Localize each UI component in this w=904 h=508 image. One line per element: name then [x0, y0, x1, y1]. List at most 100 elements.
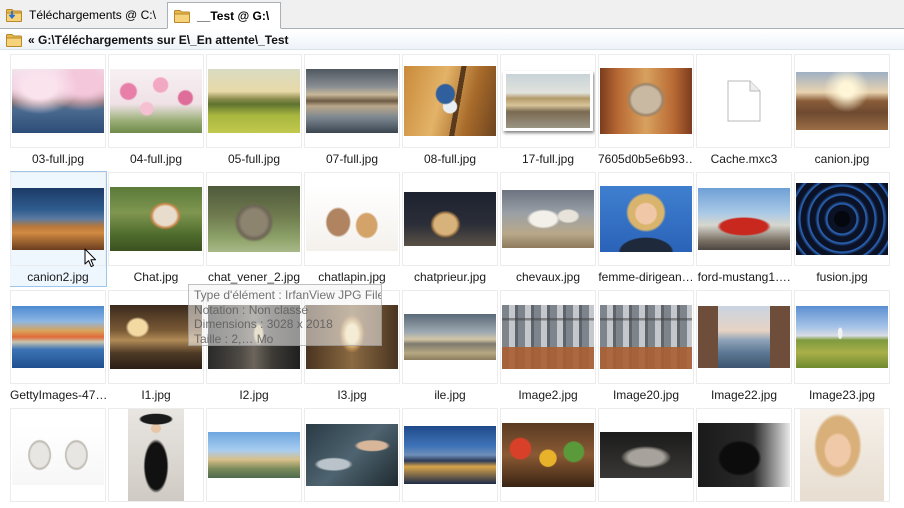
- tab-telechargements[interactable]: Téléchargements @ C:\: [0, 2, 167, 28]
- file-item[interactable]: 17-full.jpg: [500, 54, 596, 168]
- file-item[interactable]: Image20.jpg: [598, 290, 694, 404]
- thumbnail-woman-black-hat: [128, 409, 184, 501]
- thumbnail-frame: [598, 290, 694, 384]
- file-name-label: chatprieur.jpg: [413, 270, 487, 284]
- file-item[interactable]: Cache.mxc3: [696, 54, 792, 168]
- file-item[interactable]: [598, 408, 694, 508]
- thumbnail-frame: [794, 172, 890, 266]
- tab-strip: Téléchargements @ C:\ __Test @ G:\: [0, 0, 904, 29]
- thumbnail-mountain-peak: [208, 432, 300, 478]
- file-item[interactable]: ford-mustang1….: [696, 172, 792, 286]
- file-item[interactable]: 07-full.jpg: [304, 54, 400, 168]
- thumbnail-frame: [10, 54, 106, 148]
- address-bar[interactable]: « G:\Téléchargements sur E\_En attente\_…: [0, 30, 904, 50]
- file-item[interactable]: 08-full.jpg: [402, 54, 498, 168]
- file-name-label: chevaux.jpg: [515, 270, 581, 284]
- tab-label: Téléchargements @ C:\: [29, 8, 156, 22]
- file-item[interactable]: [402, 408, 498, 508]
- file-item[interactable]: [206, 408, 302, 508]
- file-item[interactable]: [794, 408, 890, 508]
- tooltip-line: Type d'élément : IrfanView JPG File: [194, 288, 382, 302]
- file-item[interactable]: [108, 408, 204, 508]
- thumbnail-frame: [10, 290, 106, 384]
- thumbnail-framed-train: [503, 71, 593, 131]
- tab-test[interactable]: __Test @ G:\: [167, 2, 281, 29]
- thumbnail-smiling-woman: [800, 409, 884, 501]
- thumbnail-frame: [402, 290, 498, 384]
- file-name-label: femme-dirigean…: [598, 270, 694, 284]
- thumbnail-blue-tunnel: [796, 183, 888, 255]
- thumbnail-frame: [206, 54, 302, 148]
- file-item[interactable]: [696, 408, 792, 508]
- thumbnail-frame: [794, 408, 890, 502]
- thumbnail-rabbit-kitten: [306, 187, 398, 251]
- file-item[interactable]: chevaux.jpg: [500, 172, 596, 286]
- file-name-label: canion.jpg: [814, 152, 870, 166]
- file-name-label: 04-full.jpg: [129, 152, 183, 166]
- file-item[interactable]: GettyImages-47…: [10, 290, 106, 404]
- generic-file-icon: [727, 80, 761, 122]
- thumbnail-market-stall: [502, 423, 594, 487]
- thumbnail-frame: [108, 54, 204, 148]
- thumbnail-frame: [500, 290, 596, 384]
- file-name-label: Image20.jpg: [612, 388, 680, 402]
- thumbnail-field-lighthouse: [796, 306, 888, 368]
- thumbnail-mountain-lake-reflection: [306, 69, 398, 133]
- file-name-label: I3.jpg: [337, 388, 367, 402]
- thumbnail-frame: [696, 172, 792, 266]
- thumbnail-woman-portrait-blue: [600, 186, 692, 252]
- thumbnail-frame: [794, 290, 890, 384]
- thumbnail-frame: [500, 54, 596, 148]
- folder-download-icon: [6, 9, 22, 22]
- thumbnail-frame: [598, 172, 694, 266]
- file-name-label: ford-mustang1….: [697, 270, 791, 284]
- thumbnail-frame: [598, 54, 694, 148]
- folder-icon: [174, 9, 190, 23]
- file-item[interactable]: chatlapin.jpg: [304, 172, 400, 286]
- thumbnail-green-field-sunset: [208, 69, 300, 133]
- file-item[interactable]: [10, 408, 106, 508]
- file-item[interactable]: 03-full.jpg: [10, 54, 106, 168]
- file-item[interactable]: Image2.jpg: [500, 290, 596, 404]
- file-item[interactable]: Image22.jpg: [696, 290, 792, 404]
- thumbnail-frame: [598, 408, 694, 502]
- thumbnail-robot-hand: [306, 424, 398, 486]
- mouse-pointer-icon: [84, 248, 97, 268]
- thumbnail-white-horses: [502, 190, 594, 248]
- thumbnail-frame: [402, 54, 498, 148]
- file-item[interactable]: Image23.jpg: [794, 290, 890, 404]
- file-name-label: 17-full.jpg: [521, 152, 575, 166]
- file-item[interactable]: Chat.jpg: [108, 172, 204, 286]
- file-item[interactable]: chatprieur.jpg: [402, 172, 498, 286]
- thumbnail-frame: [696, 290, 792, 384]
- file-item[interactable]: chat_vener_2.jpg: [206, 172, 302, 286]
- thumbnail-canyon-sunset: [796, 72, 888, 130]
- thumbnail-frame: [304, 172, 400, 266]
- thumbnail-frame: [304, 408, 400, 502]
- thumbnail-beach-island: [404, 314, 496, 360]
- file-item[interactable]: ile.jpg: [402, 290, 498, 404]
- thumbnail-cat-window: [600, 68, 692, 134]
- file-item[interactable]: [304, 408, 400, 508]
- thumbnail-pink-flowers: [110, 69, 202, 133]
- thumbnail-blue-jay-branch: [404, 66, 496, 136]
- thumbnail-frame: [108, 408, 204, 502]
- thumbnail-steel-corridor: [502, 305, 594, 369]
- thumbnail-canyon-dusk: [12, 188, 104, 250]
- tooltip-line: Taille : 2,… Mo: [194, 331, 274, 346]
- file-item[interactable]: 7605d0b5e6b93…: [598, 54, 694, 168]
- file-item[interactable]: [500, 408, 596, 508]
- thumbnail-red-mustang: [698, 188, 790, 250]
- file-item[interactable]: canion2.jpg: [10, 171, 107, 287]
- file-name-label: 7605d0b5e6b93…: [598, 152, 694, 166]
- file-item[interactable]: femme-dirigean…: [598, 172, 694, 286]
- file-name-label: I1.jpg: [141, 388, 171, 402]
- file-item[interactable]: 04-full.jpg: [108, 54, 204, 168]
- file-item[interactable]: fusion.jpg: [794, 172, 890, 286]
- thumbnail-frame: [696, 54, 792, 148]
- file-item[interactable]: canion.jpg: [794, 54, 890, 168]
- file-name-label: GettyImages-47…: [10, 388, 106, 402]
- thumbnail-frame: [304, 54, 400, 148]
- file-item[interactable]: 05-full.jpg: [206, 54, 302, 168]
- file-info-tooltip: Type d'élément : IrfanView JPG File Notat…: [188, 284, 382, 346]
